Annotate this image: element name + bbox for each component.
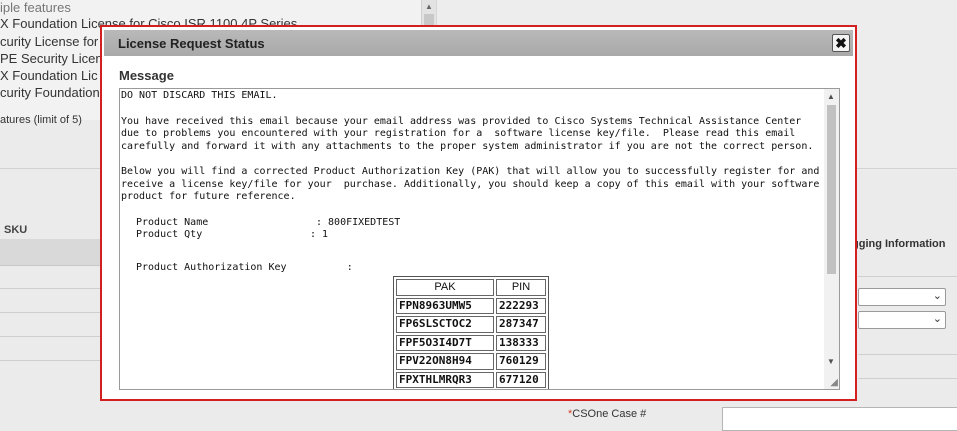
product-qty-label: Product Qty	[136, 229, 203, 240]
pak-cell: FPXTHLMRQR3	[396, 371, 494, 388]
pak-cell: FPN8963UMW5	[396, 297, 494, 314]
message-textarea[interactable]: DO NOT DISCARD THIS EMAIL. You have rece…	[119, 88, 840, 390]
pak-label: Product Authorization Key :	[136, 261, 353, 273]
divider	[0, 312, 110, 313]
divider	[858, 378, 957, 379]
logging-information-label: gging Information	[852, 238, 946, 250]
pak-cell: FPV22ON8H94	[396, 353, 494, 370]
table-header-pin: PIN	[496, 279, 546, 296]
pin-cell: 677120	[496, 371, 546, 388]
divider	[0, 360, 110, 361]
message-scrollbar[interactable]: ▲ ▼	[824, 89, 839, 389]
logging-select[interactable]: ⌄	[858, 311, 946, 329]
message-label: Message	[119, 68, 174, 83]
chevron-down-icon: ⌄	[932, 290, 942, 302]
pin-cell: 287347	[496, 316, 546, 333]
pin-cell: 138333	[496, 334, 546, 351]
sku-row	[0, 239, 110, 266]
product-name-value: : 800FIXEDTEST	[316, 216, 401, 228]
product-qty-line: Product Qty : 1	[136, 229, 824, 242]
scrollbar-thumb[interactable]	[827, 105, 836, 274]
pak-cell: FPF5O3I4D7T	[396, 334, 494, 351]
csone-case-label: *CSOne Case #	[568, 408, 646, 420]
dialog-title: License Request Status	[118, 36, 265, 51]
license-request-status-dialog: License Request Status ✖ Message DO NOT …	[100, 25, 857, 401]
pin-cell: 222293	[496, 297, 546, 314]
table-row: FPV22ON8H94 760129	[396, 353, 546, 370]
logging-select[interactable]: ⌄	[858, 288, 946, 306]
message-paragraph: You have received this email because you…	[121, 115, 814, 152]
feature-list-item[interactable]: curity License for C	[0, 34, 111, 49]
table-row: FP6SLSCTOC2 287347	[396, 316, 546, 333]
csone-case-label-text: CSOne Case #	[572, 408, 647, 420]
divider	[858, 354, 957, 355]
feature-limit-text: atures (limit of 5)	[0, 114, 82, 126]
dialog-titlebar[interactable]: License Request Status ✖	[104, 30, 853, 56]
product-qty-value: : 1	[310, 229, 329, 240]
feature-list-item[interactable]: iple features	[0, 0, 71, 15]
resize-grip-icon[interactable]: ◢	[830, 377, 838, 388]
table-header-row: PAK PIN	[396, 279, 546, 296]
table-row: FPXTHLMRQR3 677120	[396, 371, 546, 388]
pak-cell: FP6SLSCTOC2	[396, 316, 494, 333]
table-row: FPF5O3I4D7T 138333	[396, 334, 546, 351]
feature-list-item[interactable]: X Foundation Lic	[0, 68, 98, 83]
csone-case-input[interactable]	[722, 407, 957, 431]
close-icon: ✖	[835, 35, 847, 51]
table-row: FPN8963UMW5 222293	[396, 297, 546, 314]
feature-list-item[interactable]: curity Foundation L	[0, 85, 111, 100]
scroll-up-icon[interactable]: ▲	[827, 92, 835, 101]
feature-list-item[interactable]: PE Security Licen	[0, 51, 103, 66]
pin-cell: 760129	[496, 353, 546, 370]
close-button[interactable]: ✖	[832, 34, 850, 52]
product-name-label: Product Name	[136, 216, 209, 228]
table-header-pak: PAK	[396, 279, 494, 296]
sku-column-header: SKU	[4, 224, 28, 236]
divider	[0, 288, 110, 289]
chevron-down-icon: ⌄	[932, 313, 942, 325]
message-paragraph: DO NOT DISCARD THIS EMAIL.	[121, 90, 278, 101]
message-paragraph: Below you will find a corrected Product …	[121, 166, 826, 202]
scroll-down-icon[interactable]: ▼	[827, 357, 835, 366]
pak-table: PAK PIN FPN8963UMW5 222293 FP6SLSCTOC2 287…	[393, 276, 549, 389]
product-name-line: Product Name : 800FIXEDTEST	[136, 217, 824, 230]
divider	[858, 276, 957, 277]
message-content: DO NOT DISCARD THIS EMAIL. You have rece…	[121, 90, 826, 389]
divider	[0, 336, 110, 337]
scroll-up-icon[interactable]: ▲	[425, 2, 433, 11]
